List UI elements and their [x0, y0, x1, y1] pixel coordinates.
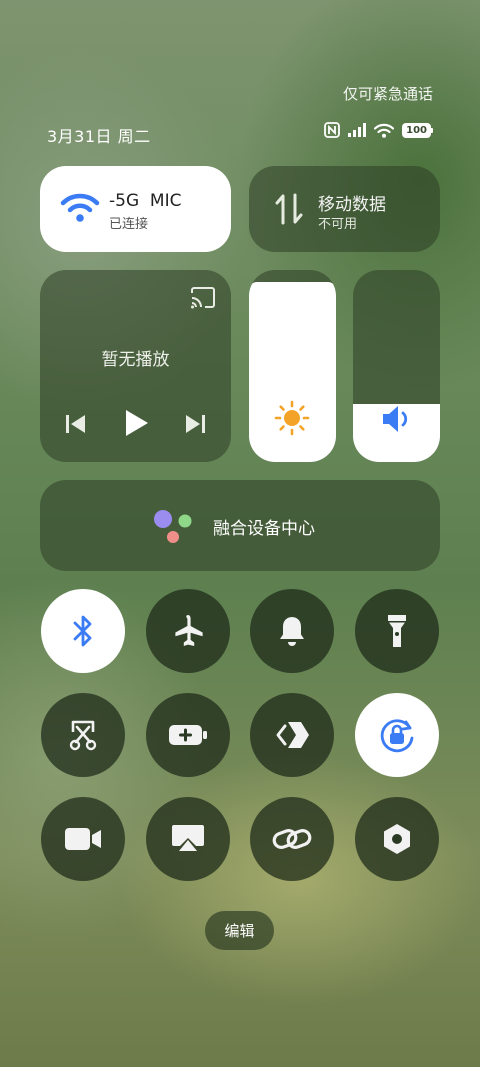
- rotation-lock-toggle[interactable]: [355, 693, 439, 777]
- mobile-data-icon: [275, 193, 303, 225]
- device-center-label: 融合设备中心: [213, 519, 315, 539]
- wifi-network-name: -5G MIC: [109, 191, 182, 211]
- wifi-status-icon: [374, 123, 395, 138]
- emergency-calls-only: 仅可紧急通话: [342, 85, 433, 103]
- speaker-icon: [383, 406, 408, 432]
- airplane-mode-toggle[interactable]: [146, 589, 230, 673]
- device-center-icon: [154, 510, 192, 543]
- share-code-icon: [276, 722, 309, 748]
- bluetooth-toggle[interactable]: [41, 589, 125, 673]
- media-empty-label: 暂无播放: [101, 350, 170, 370]
- settings-hex-icon: [384, 824, 410, 854]
- screenshot-toggle[interactable]: [41, 693, 125, 777]
- edit-button[interactable]: 编辑: [205, 911, 274, 950]
- wifi-tile[interactable]: -5G MIC 已连接: [40, 166, 231, 252]
- cast-icon[interactable]: [190, 287, 216, 309]
- screen-cast-icon: [172, 825, 204, 851]
- flashlight-icon: [388, 615, 406, 647]
- wifi-status: 已连接: [109, 217, 149, 232]
- video-camera-icon: [65, 828, 101, 850]
- screen-cast-toggle[interactable]: [146, 797, 230, 881]
- brightness-slider[interactable]: [249, 270, 336, 462]
- mobile-data-title: 移动数据: [318, 195, 386, 215]
- ringer-toggle[interactable]: [250, 589, 334, 673]
- battery-level: 100: [402, 122, 431, 138]
- battery-saver-icon: [169, 725, 207, 745]
- bluetooth-icon: [73, 615, 92, 647]
- mobile-data-tile[interactable]: 移动数据 不可用: [249, 166, 440, 252]
- date-label: 3月31日 周二: [47, 127, 151, 146]
- nfc-icon: [324, 122, 341, 138]
- settings-toggle[interactable]: [355, 797, 439, 881]
- next-track-icon[interactable]: [184, 414, 206, 434]
- signal-icon: [348, 123, 367, 137]
- screenshot-scissors-icon: [69, 720, 97, 751]
- status-icons: 100: [324, 122, 433, 138]
- airplane-icon: [175, 615, 203, 646]
- link-icon: [272, 829, 312, 849]
- volume-slider[interactable]: [353, 270, 440, 462]
- flashlight-toggle[interactable]: [355, 589, 439, 673]
- rotation-lock-icon: [380, 719, 414, 753]
- wifi-icon: [60, 193, 100, 222]
- bell-icon: [280, 617, 304, 646]
- play-icon[interactable]: [122, 408, 150, 438]
- previous-track-icon[interactable]: [65, 414, 87, 434]
- battery-icon: 100: [402, 122, 433, 138]
- media-player-tile[interactable]: 暂无播放: [40, 270, 231, 462]
- battery-saver-toggle[interactable]: [146, 693, 230, 777]
- share-toggle[interactable]: [250, 693, 334, 777]
- device-center-tile[interactable]: 融合设备中心: [40, 480, 440, 571]
- connection-toggle[interactable]: [250, 797, 334, 881]
- mobile-data-status: 不可用: [318, 217, 358, 232]
- screen-record-toggle[interactable]: [41, 797, 125, 881]
- sun-icon: [274, 400, 310, 436]
